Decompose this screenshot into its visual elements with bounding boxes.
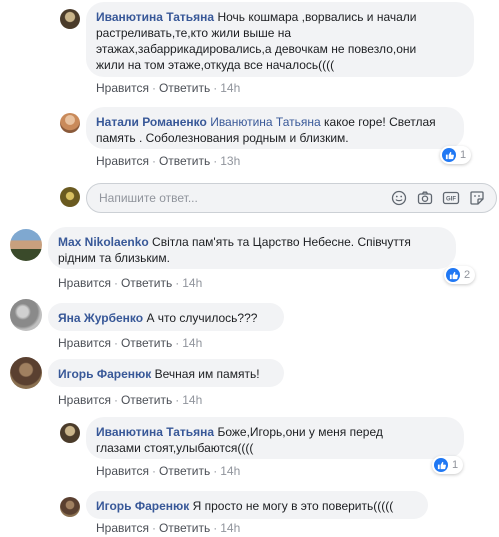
- comment-actions: Нравится · Ответить · 13h: [96, 154, 240, 168]
- comment-text-line: Я просто не могу в это поверить(((((: [192, 499, 394, 513]
- reply-link[interactable]: Ответить: [121, 336, 172, 350]
- timestamp[interactable]: 14h: [182, 336, 202, 350]
- comment-actions: Нравится · Ответить · 14h: [58, 336, 202, 350]
- timestamp[interactable]: 14h: [182, 276, 202, 290]
- comment-text-line: какое горе! Светлая: [324, 115, 436, 129]
- separator: ·: [213, 521, 218, 535]
- comment-author[interactable]: Иванютина Татьяна: [96, 425, 214, 439]
- avatar[interactable]: [60, 497, 80, 517]
- comment-text-line: глазами стоят,улыбаются((((: [96, 441, 254, 455]
- comment-text-line: память . Соболезнования родным и близким…: [96, 131, 349, 145]
- mention-tag[interactable]: Иванютина Татьяна: [210, 115, 320, 129]
- comment-actions: Нравится · Ответить · 14h: [96, 81, 240, 95]
- separator: ·: [175, 276, 180, 290]
- reply-link[interactable]: Ответить: [159, 81, 210, 95]
- timestamp[interactable]: 14h: [220, 81, 240, 95]
- avatar[interactable]: [60, 113, 80, 133]
- avatar[interactable]: [60, 9, 80, 29]
- composer-tools: GIF: [390, 189, 486, 207]
- comment-author[interactable]: Max Nikolaenko: [58, 235, 149, 249]
- reply-link[interactable]: Ответить: [121, 393, 172, 407]
- comment-bubble: Иванютина Татьяна Боже,Игорь,они у меня …: [86, 417, 464, 459]
- comment-actions: Нравится · Ответить · 14h: [58, 393, 202, 407]
- reaction-count[interactable]: 1: [432, 456, 464, 474]
- timestamp[interactable]: 14h: [182, 393, 202, 407]
- comment-actions: Нравится · Ответить · 14h: [96, 464, 240, 478]
- comment-author[interactable]: Иванютина Татьяна: [96, 10, 214, 24]
- separator: ·: [151, 154, 156, 168]
- sticker-icon[interactable]: [468, 189, 486, 207]
- comment-author[interactable]: Игорь Фаренюк: [96, 499, 189, 513]
- emoji-icon[interactable]: [390, 189, 408, 207]
- comment-text-line: Ночь кошмара ,ворвались и начали: [217, 10, 417, 24]
- separator: ·: [151, 81, 156, 95]
- reply-composer: GIF: [86, 183, 497, 213]
- reaction-number: 1: [452, 459, 459, 471]
- comment-bubble: Иванютина Татьяна Ночь кошмара ,ворвалис…: [86, 2, 474, 77]
- reaction-count[interactable]: 2: [444, 266, 476, 284]
- separator: ·: [113, 393, 118, 407]
- comment-bubble: Игорь Фаренюк Вечная им память!: [48, 359, 284, 387]
- comment-bubble: Игорь Фаренюк Я просто не могу в это пов…: [86, 491, 428, 519]
- separator: ·: [213, 154, 218, 168]
- timestamp[interactable]: 14h: [220, 521, 240, 535]
- reply-link[interactable]: Ответить: [121, 276, 172, 290]
- avatar[interactable]: [60, 423, 80, 443]
- timestamp[interactable]: 14h: [220, 464, 240, 478]
- timestamp[interactable]: 13h: [220, 154, 240, 168]
- comment-actions: Нравится · Ответить · 14h: [58, 276, 202, 290]
- comment-bubble: Яна Журбенко А что случилось???: [48, 303, 284, 331]
- like-icon: [442, 148, 456, 162]
- like-icon: [434, 458, 448, 472]
- current-user-avatar: [60, 187, 80, 207]
- reaction-number: 1: [460, 149, 467, 161]
- like-link[interactable]: Нравится: [58, 336, 111, 350]
- separator: ·: [175, 393, 180, 407]
- comment-bubble: Max Nikolaenko Світла пам'ять та Царство…: [48, 227, 456, 269]
- avatar[interactable]: [10, 229, 42, 261]
- separator: ·: [151, 464, 156, 478]
- comment-text-line: Боже,Игорь,они у меня перед: [217, 425, 383, 439]
- reply-link[interactable]: Ответить: [159, 464, 210, 478]
- comment-text-line: рідним та близьким.: [58, 251, 170, 265]
- separator: ·: [213, 81, 218, 95]
- avatar[interactable]: [10, 357, 42, 389]
- reply-link[interactable]: Ответить: [159, 154, 210, 168]
- avatar[interactable]: [10, 299, 42, 331]
- like-link[interactable]: Нравится: [58, 393, 111, 407]
- reply-link[interactable]: Ответить: [159, 521, 210, 535]
- comment-text-line: этажах,забаррикадировались,а девочкам не…: [96, 42, 417, 56]
- like-link[interactable]: Нравится: [96, 521, 149, 535]
- like-link[interactable]: Нравится: [96, 154, 149, 168]
- separator: ·: [213, 464, 218, 478]
- reaction-number: 2: [464, 269, 471, 281]
- like-link[interactable]: Нравится: [58, 276, 111, 290]
- svg-text:GIF: GIF: [446, 197, 456, 203]
- comment-author[interactable]: Яна Журбенко: [58, 311, 143, 325]
- reply-input[interactable]: [99, 184, 359, 212]
- comment-text-line: Вечная им память!: [154, 367, 260, 381]
- separator: ·: [175, 336, 180, 350]
- like-link[interactable]: Нравится: [96, 81, 149, 95]
- comment-actions: Нравится · Ответить · 14h: [96, 521, 240, 535]
- separator: ·: [113, 276, 118, 290]
- comment-text-line: Світла пам'ять та Царство Небесне. Співч…: [152, 235, 411, 249]
- gif-icon[interactable]: GIF: [442, 189, 460, 207]
- like-link[interactable]: Нравится: [96, 464, 149, 478]
- reaction-count[interactable]: 1: [440, 146, 472, 164]
- comment-author[interactable]: Натали Романенко: [96, 115, 207, 129]
- comment-bubble: Натали Романенко Иванютина Татьяна какое…: [86, 107, 464, 149]
- camera-icon[interactable]: [416, 189, 434, 207]
- comment-text-line: А что случилось???: [146, 311, 258, 325]
- comment-author[interactable]: Игорь Фаренюк: [58, 367, 151, 381]
- comment-text-line: растреливать,те,кто жили выше на: [96, 26, 292, 40]
- comment-text-line: жили на том этаже,откуда все началось(((…: [96, 58, 335, 72]
- separator: ·: [151, 521, 156, 535]
- like-icon: [446, 268, 460, 282]
- separator: ·: [113, 336, 118, 350]
